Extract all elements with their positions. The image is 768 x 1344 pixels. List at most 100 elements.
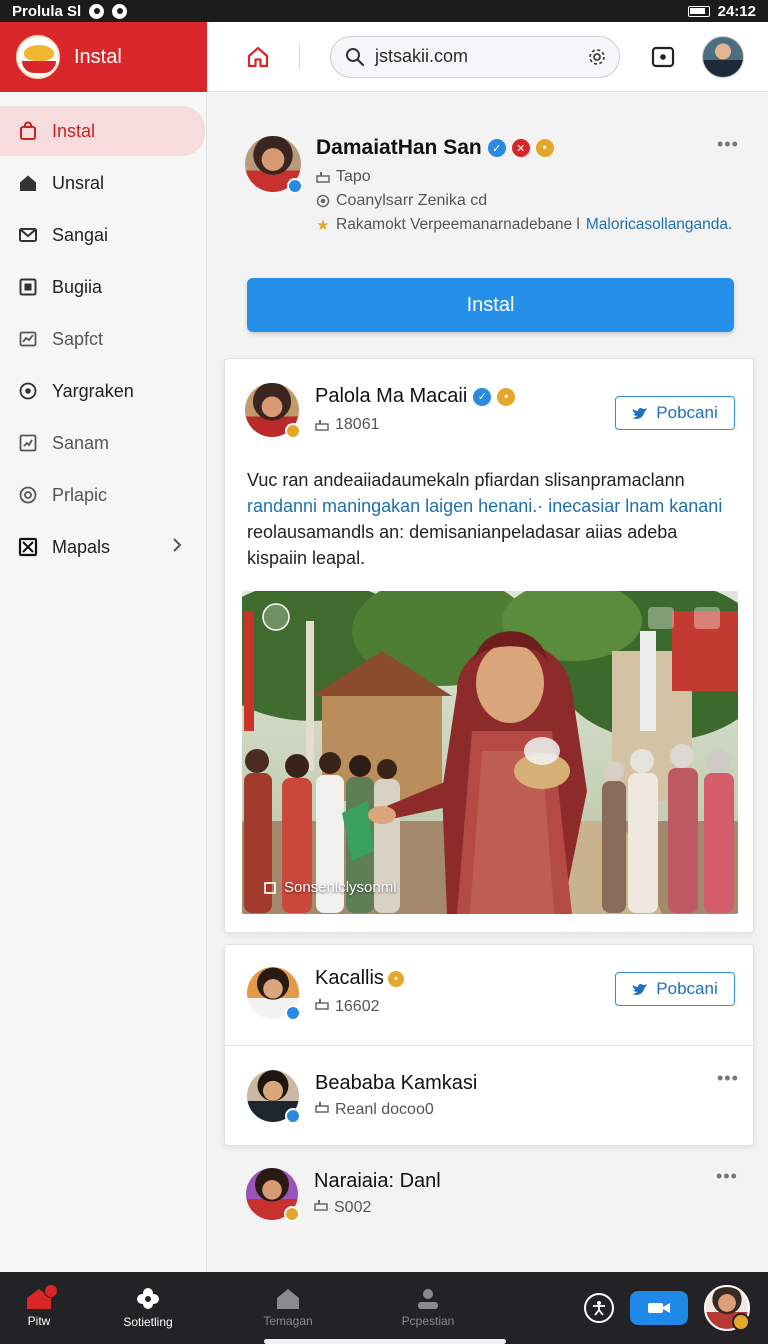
main-content: DamaiatHan San ✓ ✕ • Tapo Coanylsarr Zen… — [207, 92, 768, 1272]
notification-dot-icon — [112, 3, 128, 19]
post-card: Palola Ma Macaii ✓ • 18061 Pobcani Vuc r… — [224, 358, 754, 933]
sidebar-item-unsral[interactable]: Unsral — [0, 158, 206, 208]
app-logo — [16, 35, 60, 79]
sidebar-item-prlapic[interactable]: Prlapic — [0, 470, 206, 520]
sidebar-item-label: Sangai — [52, 224, 109, 245]
topbar-divider — [299, 43, 300, 70]
mail-icon — [18, 225, 38, 245]
verified-icon: ✓ — [473, 387, 492, 406]
top-bar: jstsakii.com — [207, 22, 768, 92]
sidebar-item-label: Prlapic — [52, 484, 108, 505]
account-avatar[interactable] — [702, 35, 744, 78]
device-icon — [315, 418, 329, 432]
trend-icon — [18, 433, 38, 453]
verified-icon: ✓ — [487, 139, 506, 157]
search-bar[interactable]: jstsakii.com — [330, 35, 620, 78]
image-caption: Sonsenlclysonml — [264, 879, 397, 896]
tabs-button[interactable] — [648, 42, 678, 72]
notification-badge — [44, 1284, 58, 1298]
sidebar-item-yargraken[interactable]: Yargraken — [0, 366, 206, 416]
nav-item-sotietling[interactable]: Sotietling — [78, 1272, 218, 1344]
device-icon — [314, 1198, 328, 1217]
post-text-line: Vuc ran andeaiiadaumekaln pfiardan slisa… — [247, 470, 685, 490]
profile-line-3: ★ Rakamokt Verpeemanarnadebane l Maloric… — [316, 216, 733, 234]
gear-icon[interactable] — [587, 47, 607, 67]
grid-icon — [18, 277, 38, 297]
badge-red-icon: ✕ — [511, 139, 530, 157]
list-item-meta: S002 — [314, 1198, 371, 1217]
profile-line-1: Tapo — [316, 168, 746, 186]
sidebar-item-instal[interactable]: Instal — [0, 106, 205, 156]
more-options-icon[interactable]: ••• — [716, 1166, 738, 1187]
star-icon: ★ — [316, 217, 330, 234]
search-input[interactable]: jstsakii.com — [375, 46, 577, 67]
box-x-icon — [18, 537, 38, 557]
badge-icon — [284, 1206, 300, 1222]
sidebar: Instal Unsral Sangai Bugiia Sapfct Yargr… — [0, 92, 207, 1272]
bottom-nav: Pitw Sotietling Temagan Pcpestian — [0, 1272, 768, 1344]
sidebar-item-label: Unsral — [52, 172, 105, 193]
nav-item-pcpestian[interactable]: Pcpestian — [358, 1272, 498, 1344]
sidebar-item-mapals[interactable]: Mapals — [0, 522, 206, 572]
person-icon — [418, 1289, 438, 1309]
list-item-name: Kacallis • — [315, 967, 404, 990]
post-author-avatar[interactable] — [245, 383, 301, 439]
profile-avatar-button[interactable] — [704, 1285, 750, 1331]
sidebar-item-label: Yargraken — [52, 380, 134, 401]
sidebar-item-label: Mapals — [52, 536, 111, 557]
profile-name: DamaiatHan San — [316, 136, 482, 159]
home-button[interactable] — [243, 42, 273, 72]
post-image[interactable]: Sonsenlclysonml — [242, 591, 738, 914]
list-avatar[interactable] — [246, 1168, 300, 1222]
sidebar-item-sanam[interactable]: Sanam — [0, 418, 206, 468]
verified-badge-icon — [285, 1005, 301, 1021]
list-item[interactable]: Kacallis • 16602 Pobcani — [225, 945, 755, 1045]
brand-name: Instal — [74, 45, 122, 68]
sidebar-item-label: Instal — [52, 120, 96, 141]
home-icon — [277, 1289, 299, 1309]
nav-item-temagan[interactable]: Temagan — [218, 1272, 358, 1344]
list-item-name: Naraiaia: Danl — [314, 1170, 441, 1192]
emoji-badge-icon: • — [535, 139, 554, 157]
home-icon — [18, 173, 38, 193]
device-icon — [315, 997, 329, 1016]
bird-icon — [632, 983, 648, 995]
emoji-badge-icon: • — [387, 970, 404, 987]
post-text-link[interactable]: randanni maningakan laigen henani.· inec… — [247, 493, 737, 519]
profile-link[interactable]: Maloricasollanganda. — [586, 216, 732, 234]
sidebar-item-sangai[interactable]: Sangai — [0, 210, 206, 260]
post-author-name: Palola Ma Macaii — [315, 385, 468, 407]
profile-line-2: Coanylsarr Zenika cd — [316, 192, 746, 210]
brand-header[interactable]: Instal — [0, 22, 207, 92]
pin-icon — [18, 485, 38, 505]
verified-badge-icon — [287, 178, 303, 194]
nav-item-pitw[interactable]: Pitw — [0, 1272, 78, 1344]
more-options-icon[interactable]: ••• — [717, 134, 739, 155]
video-button[interactable] — [630, 1291, 688, 1325]
chart-icon — [18, 329, 38, 349]
profile-avatar[interactable] — [245, 136, 303, 194]
sidebar-item-label: Sapfct — [52, 328, 104, 349]
square-dot-icon — [651, 46, 675, 67]
target-icon — [18, 381, 38, 401]
sidebar-item-bugiia[interactable]: Bugiia — [0, 262, 206, 312]
list-item-name: Beababa Kamkasi — [315, 1072, 478, 1094]
sidebar-item-sapfct[interactable]: Sapfct — [0, 314, 206, 364]
accessibility-button[interactable] — [584, 1293, 614, 1323]
verified-badge-icon — [285, 1108, 301, 1124]
sidebar-item-label: Sanam — [52, 432, 110, 453]
follow-button[interactable]: Pobcani — [615, 396, 735, 430]
post-text-line: reolausamandls an: demisanianpeladasar a… — [247, 522, 678, 568]
chevron-right-icon — [173, 538, 182, 552]
follow-button[interactable]: Pobcani — [615, 972, 735, 1006]
list-item[interactable]: Beababa Kamkasi Reanl docoo0 ••• — [225, 1045, 755, 1145]
list-avatar[interactable] — [247, 1070, 301, 1124]
bag-icon — [18, 121, 38, 141]
list-avatar[interactable] — [247, 967, 301, 1021]
device-icon — [315, 1100, 329, 1119]
install-button[interactable]: Instal — [247, 278, 734, 332]
more-options-icon[interactable]: ••• — [717, 1068, 739, 1089]
battery-icon — [687, 5, 710, 17]
list-item[interactable]: Naraiaia: Danl S002 ••• — [224, 1160, 754, 1260]
list-item-meta: Reanl docoo0 — [315, 1100, 434, 1119]
